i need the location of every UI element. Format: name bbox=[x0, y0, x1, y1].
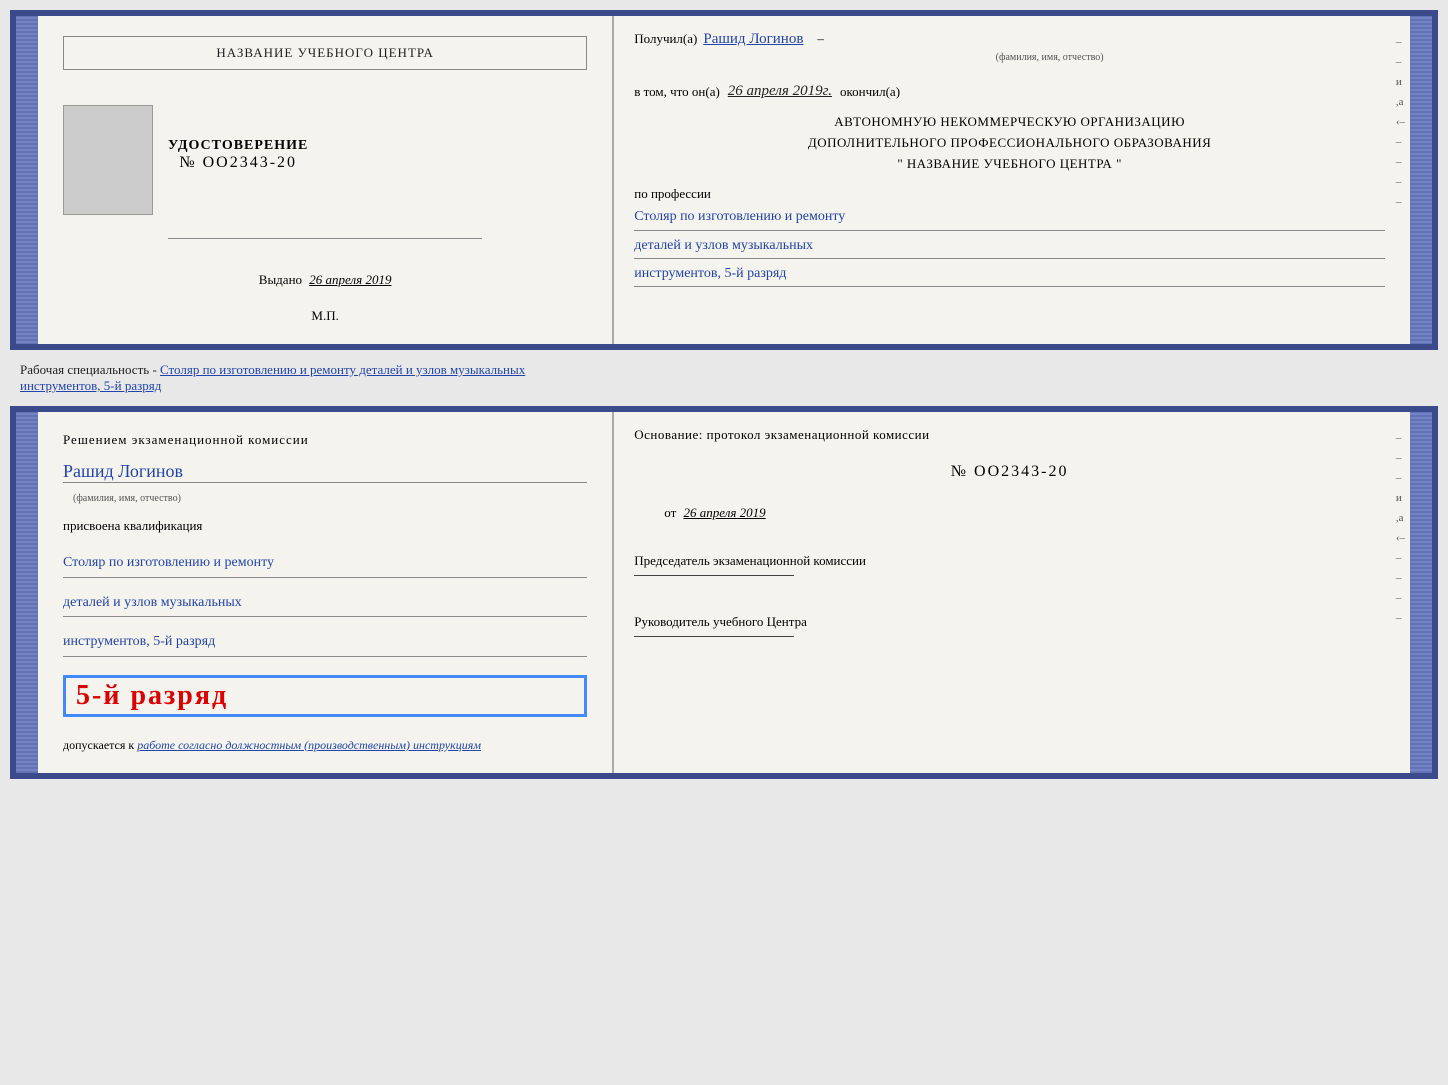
comm-right: Основание: протокол экзаменационной коми… bbox=[614, 412, 1410, 773]
org-block: АВТОНОМНУЮ НЕКОММЕРЧЕСКУЮ ОРГАНИЗАЦИЮ ДО… bbox=[634, 112, 1385, 174]
okonchil-label: окончил(а) bbox=[840, 84, 900, 100]
profession-line3: инструментов, 5-й разряд bbox=[634, 261, 1385, 287]
center-name: НАЗВАНИЕ УЧЕБНОГО ЦЕНТРА bbox=[63, 36, 587, 70]
recipient-name: Рашид Логинов bbox=[703, 31, 803, 48]
right-panel: Получил(а) Рашид Логинов – (фамилия, имя… bbox=[614, 16, 1410, 344]
chairman-block: Председатель экзаменационной комиссии bbox=[634, 553, 1385, 586]
fio-caption-2: (фамилия, имя, отчество) bbox=[73, 493, 587, 504]
specialty-label-text: Рабочая специальность - bbox=[20, 362, 160, 377]
vydano-date: 26 апреля 2019 bbox=[309, 272, 391, 287]
side-marks-1: – – и ,а ‹– – – – – bbox=[1396, 36, 1405, 208]
udostoverenie-block: УДОСТОВЕРЕНИЕ № OO2343-20 bbox=[168, 138, 308, 172]
comm-left: Решением экзаменационной комиссии Рашид … bbox=[38, 412, 614, 773]
dopuskaetsya-block: допускается к работе согласно должностны… bbox=[63, 738, 587, 753]
photo-placeholder bbox=[63, 105, 153, 215]
left-panel: НАЗВАНИЕ УЧЕБНОГО ЦЕНТРА УДОСТОВЕРЕНИЕ №… bbox=[38, 16, 614, 344]
page-wrapper: НАЗВАНИЕ УЧЕБНОГО ЦЕНТРА УДОСТОВЕРЕНИЕ №… bbox=[10, 10, 1438, 779]
spine-left bbox=[16, 16, 38, 344]
spine-right-2 bbox=[1410, 412, 1432, 773]
rukovoditel-label: Руководитель учебного Центра bbox=[634, 614, 1385, 630]
received-line: Получил(а) Рашид Логинов – bbox=[634, 31, 1385, 48]
profession-block: по профессии Столяр по изготовлению и ре… bbox=[634, 186, 1385, 289]
org-line3: " НАЗВАНИЕ УЧЕБНОГО ЦЕНТРА " bbox=[634, 154, 1385, 175]
fio-caption: (фамилия, имя, отчество) bbox=[714, 52, 1385, 63]
comm-content: Решением экзаменационной комиссии Рашид … bbox=[38, 412, 1410, 773]
vydano-block: Выдано 26 апреля 2019 bbox=[259, 272, 392, 288]
spine-right bbox=[1410, 16, 1432, 344]
po-professii: по профессии bbox=[634, 186, 1385, 202]
highlighted-rank: 5-й разряд bbox=[63, 675, 587, 717]
vydano-label: Выдано bbox=[259, 272, 302, 287]
rukovoditel-signature-line bbox=[634, 636, 794, 637]
qual-line3: инструментов, 5-й разряд bbox=[63, 629, 587, 657]
doc-content: НАЗВАНИЕ УЧЕБНОГО ЦЕНТРА УДОСТОВЕРЕНИЕ №… bbox=[38, 16, 1410, 344]
vtom-label: в том, что он(а) bbox=[634, 84, 720, 100]
udostoverenie-title: УДОСТОВЕРЕНИЕ bbox=[168, 138, 308, 154]
protocol-number: № OO2343-20 bbox=[634, 463, 1385, 481]
profession-line2: деталей и узлов музыкальных bbox=[634, 233, 1385, 259]
osnovanie-label: Основание: протокол экзаменационной коми… bbox=[634, 427, 1385, 443]
prisvoena-label: присвоена квалификация bbox=[63, 518, 587, 534]
qual-line2: деталей и узлов музыкальных bbox=[63, 590, 587, 618]
ot-label: от bbox=[664, 505, 676, 520]
vtom-line: в том, что он(а) 26 апреля 2019г. окончи… bbox=[634, 83, 1385, 100]
chairman-label: Председатель экзаменационной комиссии bbox=[634, 553, 1385, 569]
certificate-document: НАЗВАНИЕ УЧЕБНОГО ЦЕНТРА УДОСТОВЕРЕНИЕ №… bbox=[10, 10, 1438, 350]
chairman-signature-line bbox=[634, 575, 794, 576]
protocol-date: от 26 апреля 2019 bbox=[664, 505, 1385, 521]
commission-document: Решением экзаменационной комиссии Рашид … bbox=[10, 406, 1438, 779]
udostoverenie-number: № OO2343-20 bbox=[168, 154, 308, 172]
specialty-caption: Рабочая специальность - Столяр по изгото… bbox=[10, 358, 1438, 398]
mp-label: М.П. bbox=[311, 308, 338, 324]
spine-left-2 bbox=[16, 412, 38, 773]
org-line1: АВТОНОМНУЮ НЕКОММЕРЧЕСКУЮ ОРГАНИЗАЦИЮ bbox=[634, 112, 1385, 133]
rukovoditel-block: Руководитель учебного Центра bbox=[634, 614, 1385, 647]
qual-line1: Столяр по изготовлению и ремонту bbox=[63, 550, 587, 578]
resheniem-label: Решением экзаменационной комиссии bbox=[63, 432, 587, 448]
dopuskaetsya-label: допускается к bbox=[63, 738, 134, 752]
commission-person-name: Рашид Логинов bbox=[63, 461, 587, 483]
side-marks-2: – – – и ,а ‹– – – – – bbox=[1396, 432, 1405, 624]
dopuskaetsya-text: работе согласно должностным (производств… bbox=[137, 738, 481, 752]
poluchil-label: Получил(а) bbox=[634, 31, 697, 47]
org-line2: ДОПОЛНИТЕЛЬНОГО ПРОФЕССИОНАЛЬНОГО ОБРАЗО… bbox=[634, 133, 1385, 154]
profession-line1: Столяр по изготовлению и ремонту bbox=[634, 204, 1385, 230]
protocol-date-value: 26 апреля 2019 bbox=[684, 505, 766, 520]
vtom-date: 26 апреля 2019г. bbox=[728, 83, 832, 100]
